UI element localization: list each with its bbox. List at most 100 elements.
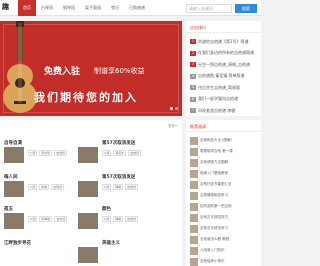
tag-list: G调 简单版 吉他谱 <box>28 216 68 222</box>
divider <box>186 131 261 132</box>
score-card[interactable]: 自导自演 C调 周杰伦 吉他谱 <box>4 140 89 164</box>
rank-badge: 4 <box>190 73 196 79</box>
rank-badge: 1 <box>190 39 196 45</box>
score-thumbnail[interactable] <box>78 213 98 229</box>
score-title[interactable]: 英雄主义 <box>102 240 120 246</box>
rank-badge: 3 <box>190 62 196 68</box>
tag[interactable]: C调 <box>28 150 38 156</box>
tag-list: C调 菲道尔 吉他谱 <box>102 150 142 156</box>
list-item[interactable]: 5 往后余生吉他谱_简易版 <box>190 82 258 94</box>
score-title[interactable]: 嗨人间 <box>4 174 18 180</box>
search-button[interactable]: 搜索 <box>235 4 257 13</box>
carousel-dots <box>170 107 178 110</box>
score-thumbnail[interactable] <box>78 247 98 263</box>
tag[interactable]: 吉他谱 <box>125 216 139 222</box>
tag[interactable]: 吉他谱 <box>128 150 142 156</box>
score-thumbnail[interactable] <box>78 147 98 163</box>
hot-ranking-panel: 点击排行 1 尚波的吉他谱《第1号》简谱 2 在我们身边的所有的吉他谱简谱 3 天空一… <box>186 21 261 116</box>
tag[interactable]: G调 <box>28 216 38 222</box>
list-item[interactable]: 吉他谱怎么看 教程 <box>190 234 258 245</box>
banner-subline: 制谱享60%收益 <box>94 67 145 75</box>
tag[interactable]: C调 <box>28 184 38 190</box>
nav-item-drums[interactable]: 架子鼓园 <box>80 0 106 16</box>
score-title[interactable]: 颜色 <box>102 206 111 212</box>
main-nav: 首页 古琴园 钢琴园 架子鼓园 弦乐 已购曲谱 <box>18 0 150 16</box>
carousel-dot[interactable] <box>170 107 173 110</box>
tag[interactable]: C调 <box>102 150 112 156</box>
rank-badge: 2 <box>190 50 196 56</box>
score-card[interactable]: 嗨人间 C调 简单 吉他谱 <box>4 174 89 198</box>
site-logo[interactable]: 趣 <box>2 2 9 12</box>
thumbnail <box>190 246 198 255</box>
list-item[interactable]: 7 风吹麦浪吉他谱 李健 <box>190 105 258 117</box>
thumbnail <box>190 235 198 244</box>
score-card[interactable]: 江畔独步寻花 <box>4 240 89 264</box>
tag-list: C调 弹唱 吉他谱 <box>102 216 139 222</box>
list-item[interactable]: 4 吉他谱图 童话镇 简单版谱 <box>190 71 258 83</box>
list-item[interactable]: 吉他调音方法图解 <box>190 157 258 168</box>
main-content-panel: 更多> 自导自演 C调 周杰伦 吉他谱 第57次取消发送 C调 菲道尔 吉他谱 … <box>0 120 182 266</box>
tag-list: C调 周杰伦 吉他谱 <box>28 150 68 156</box>
score-thumbnail[interactable] <box>4 213 24 229</box>
list-item[interactable]: 吉他左手按弦技巧 <box>190 212 258 223</box>
thumbnail <box>190 147 198 156</box>
tag[interactable]: 菲道尔 <box>113 150 127 156</box>
thumbnail <box>190 257 198 266</box>
list-item[interactable]: 六线谱入门知识 <box>190 245 258 256</box>
tag[interactable]: 吉他谱 <box>54 150 68 156</box>
promo-banner[interactable]: 免费入驻 制谱享60%收益 我们期待您的加入 <box>0 21 182 116</box>
score-card[interactable]: 英雄主义 <box>78 240 178 264</box>
top-bar: 趣 首页 古琴园 钢琴园 架子鼓园 弦乐 已购曲谱 请输入关键词 搜索 <box>0 0 261 16</box>
list-item[interactable]: 6 我们一起学猫叫吉他谱 <box>190 94 258 106</box>
score-card[interactable]: 颜色 C调 弹唱 吉他谱 <box>78 206 178 230</box>
score-thumbnail[interactable] <box>4 181 24 197</box>
more-link[interactable]: 更多> <box>168 124 178 129</box>
score-thumbnail[interactable] <box>4 147 24 163</box>
tag[interactable]: 吉他谱 <box>125 184 139 190</box>
tag[interactable]: 弹唱 <box>113 184 124 190</box>
list-item[interactable]: 如何选购第一把吉他 <box>190 201 258 212</box>
score-title[interactable]: 自导自演 <box>4 140 22 146</box>
list-item[interactable]: 指弹入门基础教程 <box>190 168 258 179</box>
rank-badge: 6 <box>190 96 196 102</box>
tag[interactable]: 弹唱 <box>113 216 124 222</box>
list-item[interactable]: 吉他和弦大全 (图解) <box>190 135 258 146</box>
tag[interactable]: 简单 <box>39 184 50 190</box>
search-input[interactable]: 请输入关键词 <box>186 4 232 13</box>
tag[interactable]: 吉他谱 <box>54 216 68 222</box>
list-item[interactable]: 吉他横按和弦练习 <box>190 190 258 201</box>
score-title[interactable]: 江畔独步寻花 <box>4 240 31 246</box>
score-card[interactable]: 第57次取消发送 C调 菲道尔 吉他谱 <box>78 140 178 164</box>
list-item[interactable]: 吉他扫弦节奏型汇总 <box>190 179 258 190</box>
recommend-list: 吉他和弦大全 (图解) 零基础学吉他 第一课 吉他调音方法图解 指弹入门基础教程… <box>190 135 258 266</box>
nav-item-strings[interactable]: 弦乐 <box>106 0 124 16</box>
nav-item-guqin[interactable]: 古琴园 <box>36 0 58 16</box>
score-title[interactable]: 第57次取消发送 <box>102 174 135 180</box>
tag-list: C调 简单 吉他谱 <box>28 184 65 190</box>
score-title[interactable]: 孤玉 <box>4 206 13 212</box>
score-thumbnail[interactable] <box>78 181 98 197</box>
nav-item-purchased[interactable]: 已购曲谱 <box>124 0 150 16</box>
tag[interactable]: C调 <box>102 216 112 222</box>
tag[interactable]: 简单版 <box>39 216 53 222</box>
tag[interactable]: 吉他谱 <box>51 184 65 190</box>
carousel-dot[interactable] <box>175 107 178 110</box>
score-title[interactable]: 第57次取消发送 <box>102 140 135 146</box>
score-card[interactable]: 第57次取消发送 C调 弹唱 吉他谱 <box>78 174 178 198</box>
list-item[interactable]: 吉他保养小常识 <box>190 256 258 266</box>
nav-item-piano[interactable]: 钢琴园 <box>58 0 80 16</box>
tag[interactable]: 周杰伦 <box>39 150 53 156</box>
list-item[interactable]: 2 在我们身边的所有的吉他谱简谱 <box>190 48 258 60</box>
tag-list: C调 弹唱 吉他谱 <box>102 184 139 190</box>
banner-slogan: 我们期待您的加入 <box>34 91 138 104</box>
rank-badge: 5 <box>190 85 196 91</box>
list-item[interactable]: 零基础学吉他 第一课 <box>190 146 258 157</box>
list-item[interactable]: 吉他右手拨弦练习 <box>190 223 258 234</box>
list-item[interactable]: 3 天空一鸽吉他谱_演唱_吉他谱 <box>190 59 258 71</box>
tag[interactable]: C调 <box>102 184 112 190</box>
divider <box>186 32 261 33</box>
nav-item-home[interactable]: 首页 <box>18 0 36 16</box>
list-item[interactable]: 1 尚波的吉他谱《第1号》简谱 <box>190 36 258 48</box>
score-card[interactable]: 孤玉 G调 简单版 吉他谱 <box>4 206 89 230</box>
hot-ranking-list: 1 尚波的吉他谱《第1号》简谱 2 在我们身边的所有的吉他谱简谱 3 天空一鸽吉他谱_… <box>190 36 258 117</box>
